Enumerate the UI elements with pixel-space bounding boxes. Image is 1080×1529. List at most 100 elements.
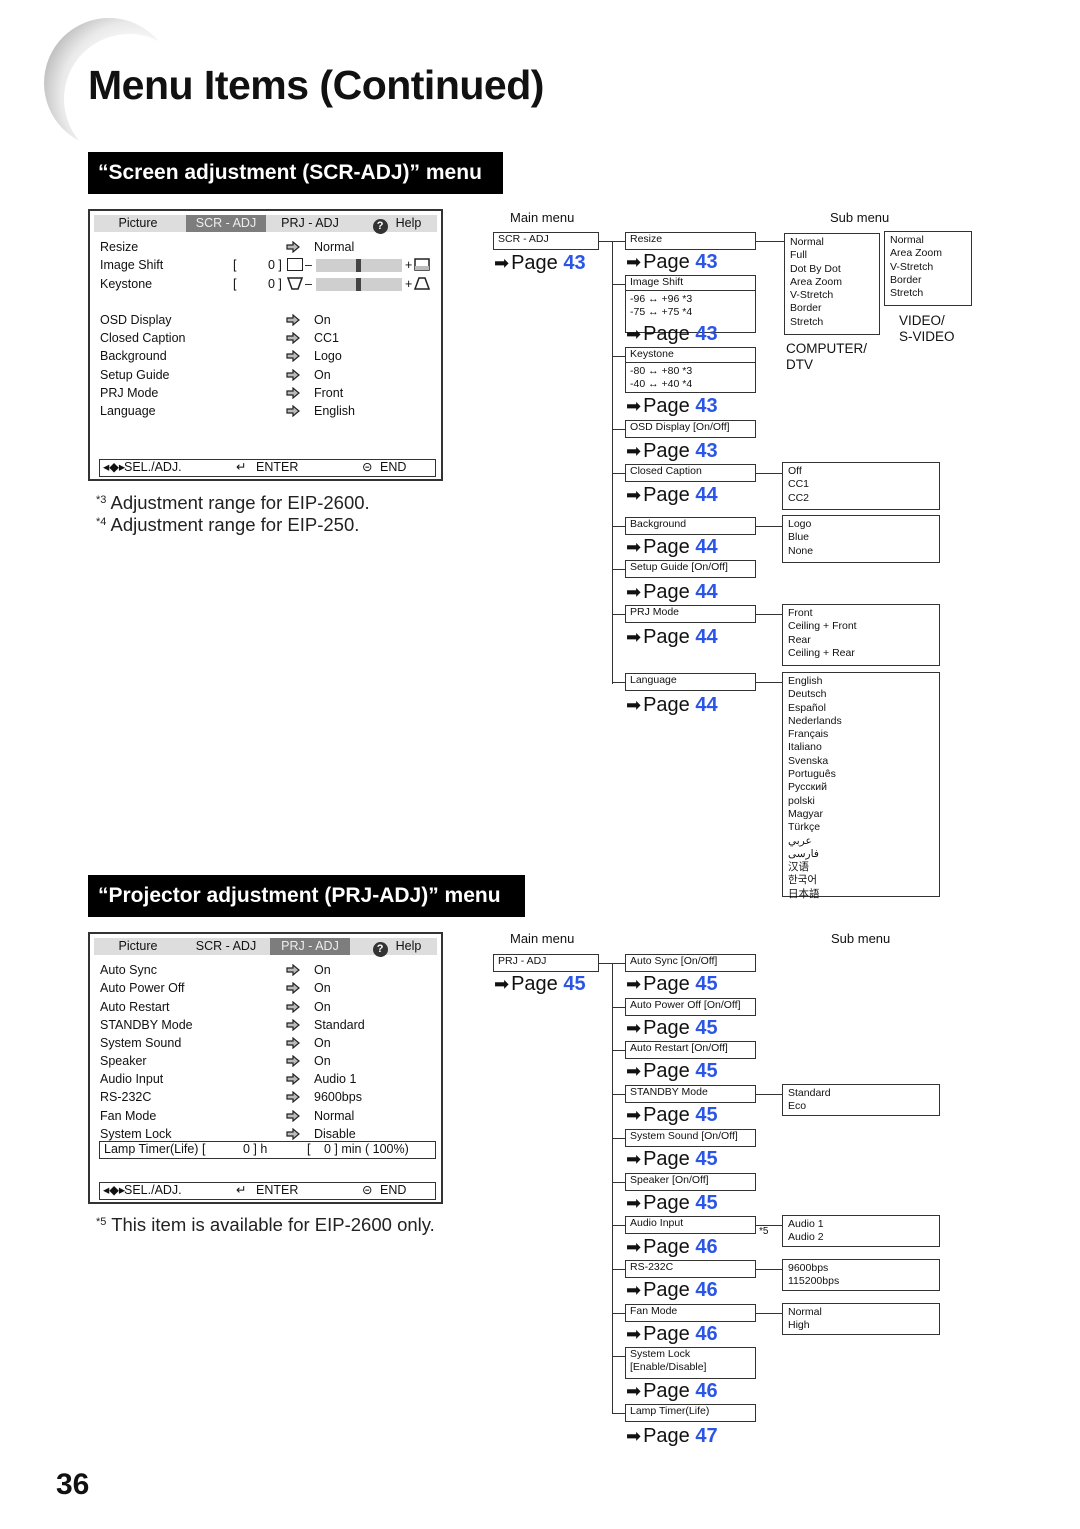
adjust-slider[interactable] [316,259,402,272]
slider-thumb[interactable] [356,259,361,272]
page-ref[interactable]: ➡ Page 43 [626,323,718,345]
sub-menu-label: Sub menu [830,210,890,225]
tab-prj-adj[interactable]: PRJ - ADJ [270,215,350,232]
osd-row-fan-mode[interactable]: Fan Mode Normal [100,1107,440,1125]
page-number-link: 46 [695,1279,718,1301]
page-ref[interactable]: ➡ Page 45 [626,1148,718,1170]
row-value: Standard [314,1018,365,1032]
submenu-item-closed-caption[interactable]: Closed Caption [625,464,756,482]
submenu-item-fan-mode[interactable]: Fan Mode [625,1304,756,1322]
submenu-item-audio-input[interactable]: Audio Input [625,1216,756,1234]
osd-row-closed-caption[interactable]: Closed Caption CC1 [100,329,440,347]
page-word: Page [643,323,696,345]
osd-row-speaker[interactable]: Speaker On [100,1052,440,1070]
tab-scr-adj[interactable]: SCR - ADJ [186,215,266,232]
submenu-option: English [788,675,823,687]
box-text: RS-232C [630,1261,674,1273]
osd-row-standby-mode[interactable]: STANDBY Mode Standard [100,1016,440,1034]
osd-row-background[interactable]: Background Logo [100,347,440,365]
submenu-item-setup-guide-on-off-[interactable]: Setup Guide [On/Off] [625,560,756,578]
osd-row-auto-restart[interactable]: Auto Restart On [100,998,440,1016]
page-ref[interactable]: ➡ Page 45 [626,1192,718,1214]
osd-row-auto-power-off[interactable]: Auto Power Off On [100,979,440,997]
submenu-item-background[interactable]: Background [625,517,756,535]
page-word: Page [643,1060,696,1082]
tab-picture[interactable]: Picture [94,215,182,232]
osd-row-auto-sync[interactable]: Auto Sync On [100,961,440,979]
page-ref-main-prj[interactable]: ➡ Page 45 [494,973,586,995]
page-ref[interactable]: ➡ Page 44 [626,536,718,558]
submenu-item-resize[interactable]: Resize [625,232,756,250]
osd-row-prj-mode[interactable]: PRJ Mode Front [100,384,440,402]
page-number: 36 [56,1468,90,1501]
arrow-right-icon: ➡ [626,441,642,461]
submenu-item-auto-sync-on-off-[interactable]: Auto Sync [On/Off] [625,954,756,972]
page-ref[interactable]: ➡ Page 44 [626,694,718,716]
connector-line [612,1138,625,1140]
tab-prj-adj[interactable]: PRJ - ADJ [270,938,350,955]
page-ref[interactable]: ➡ Page 46 [626,1279,718,1301]
page-ref[interactable]: ➡ Page 45 [626,1060,718,1082]
page-ref[interactable]: ➡ Page 44 [626,484,718,506]
tab-picture[interactable]: Picture [94,938,182,955]
submenu-item-auto-restart-on-off-[interactable]: Auto Restart [On/Off] [625,1041,756,1059]
osd-row-image-shift[interactable]: Image Shift [0 ] – + [100,256,440,274]
footnote-3: *3 Adjustment range for EIP-2600. [96,492,370,513]
osd-row-audio-input[interactable]: Audio Input Audio 1 [100,1070,440,1088]
page-ref[interactable]: ➡ Page 44 [626,626,718,648]
osd-row-language[interactable]: Language English [100,402,440,420]
right-arrow-icon [286,1110,300,1122]
page-ref[interactable]: ➡ Page 45 [626,973,718,995]
adjust-slider[interactable] [316,278,402,291]
page-ref[interactable]: ➡ Page 47 [626,1425,718,1447]
page-number-link: 44 [695,484,718,506]
submenu-item-standby-mode[interactable]: STANDBY Mode [625,1085,756,1103]
page-ref[interactable]: ➡ Page 46 [626,1380,718,1402]
submenu-item-language[interactable]: Language [625,673,756,691]
submenu-item-lamp-timer-life-[interactable]: Lamp Timer(Life) [625,1404,756,1422]
submenu-item-keystone[interactable]: Keystone -80 ↔ +80 *3 -40 ↔ +40 *4 [625,347,756,393]
connector-line [612,1269,625,1271]
submenu-item-system-sound-on-off-[interactable]: System Sound [On/Off] [625,1129,756,1147]
page-ref[interactable]: ➡ Page 43 [626,440,718,462]
submenu-item-rs-232c[interactable]: RS-232C [625,1260,756,1278]
tab-help[interactable]: ? Help [362,938,432,957]
submenu-item-system-lock[interactable]: System Lock [Enable/Disable] [625,1347,756,1379]
osd-row-rs-232c[interactable]: RS-232C 9600bps [100,1088,440,1106]
connector-line [612,284,625,286]
footer-end: END [380,460,407,474]
page-ref[interactable]: ➡ Page 43 [626,395,718,417]
box-text: -80 ↔ +80 *3 [630,365,693,377]
page-ref-main-scr[interactable]: ➡ Page 43 [494,252,586,274]
osd-row-osd-display[interactable]: OSD Display On [100,311,440,329]
background-options: Logo Blue None [782,515,940,563]
main-menu-prj-adj[interactable]: PRJ - ADJ [493,954,599,972]
page-ref[interactable]: ➡ Page 46 [626,1323,718,1345]
page-ref[interactable]: ➡ Page 45 [626,1017,718,1039]
submenu-item-prj-mode[interactable]: PRJ Mode [625,605,756,623]
page-ref[interactable]: ➡ Page 46 [626,1236,718,1258]
submenu-item-speaker-on-off-[interactable]: Speaker [On/Off] [625,1173,756,1191]
connector-line [612,1050,625,1052]
lamp-minutes: 0 ] min ( 100%) [324,1142,409,1156]
page-ref[interactable]: ➡ Page 44 [626,581,718,603]
main-menu-scr-adj[interactable]: SCR - ADJ [493,232,599,250]
submenu-option: CC1 [788,478,810,491]
row-label: OSD Display [100,313,172,327]
footnote-4: *4 Adjustment range for EIP-250. [96,514,360,535]
row-value: On [314,1054,331,1068]
osd-row-system-lock[interactable]: System Lock Disable [100,1125,440,1143]
page-ref[interactable]: ➡ Page 45 [626,1104,718,1126]
osd-row-system-sound[interactable]: System Sound On [100,1034,440,1052]
osd-row-resize[interactable]: Resize Normal [100,238,440,256]
arrow-right-icon: ➡ [626,485,642,505]
submenu-item-auto-power-off-on-off-[interactable]: Auto Power Off [On/Off] [625,998,756,1016]
osd-row-setup-guide[interactable]: Setup Guide On [100,366,440,384]
submenu-option: None [788,544,814,557]
page-ref[interactable]: ➡ Page 43 [626,251,718,273]
tab-help[interactable]: ? Help [362,215,432,234]
osd-row-keystone[interactable]: Keystone [0 ] – + [100,275,440,293]
submenu-item-osd-display-on-off-[interactable]: OSD Display [On/Off] [625,420,756,438]
slider-thumb[interactable] [356,278,361,291]
tab-scr-adj[interactable]: SCR - ADJ [186,938,266,955]
